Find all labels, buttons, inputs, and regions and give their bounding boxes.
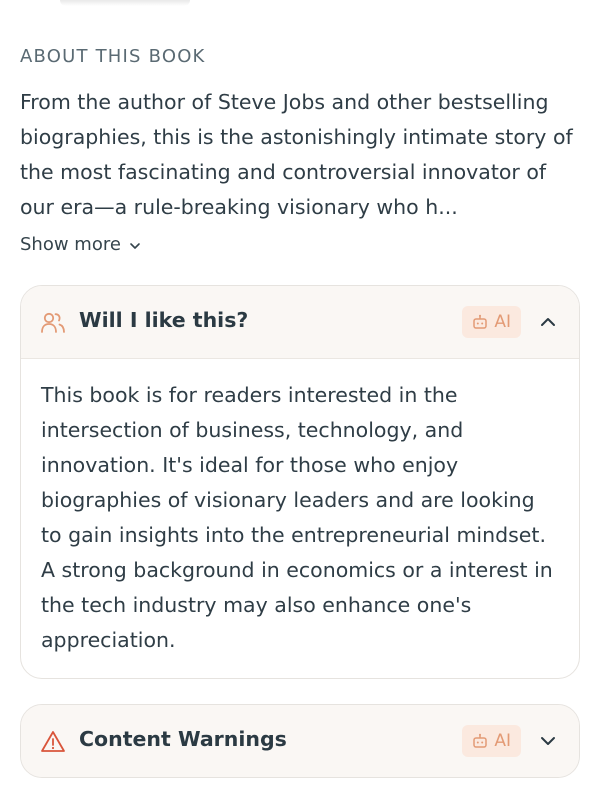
card-title: Content Warnings (79, 727, 287, 751)
will-i-like-this-header[interactable]: Will I like this? AI (21, 286, 579, 359)
book-details-page: ABOUT THIS BOOK From the author of Steve… (0, 0, 600, 800)
content-warnings-header[interactable]: Content Warnings AI (21, 705, 579, 777)
ai-badge: AI (462, 725, 521, 757)
users-icon (41, 312, 65, 333)
show-more-button[interactable]: Show more (20, 234, 141, 255)
robot-icon (473, 733, 488, 748)
card-title: Will I like this? (79, 308, 249, 332)
chevron-down-icon[interactable] (539, 732, 557, 750)
ai-label: AI (494, 731, 511, 751)
card-body-text: This book is for readers interested in t… (41, 383, 553, 652)
ai-badge: AI (462, 306, 521, 338)
top-divider (60, 0, 190, 6)
chevron-up-icon[interactable] (539, 313, 557, 331)
book-description: From the author of Steve Jobs and other … (20, 90, 573, 219)
show-more-label: Show more (20, 234, 121, 255)
ai-label: AI (494, 312, 511, 332)
will-i-like-this-card: Will I like this? AI This book is for re… (20, 285, 580, 679)
robot-icon (473, 314, 488, 329)
content-warnings-card: Content Warnings AI (20, 704, 580, 778)
about-heading: ABOUT THIS BOOK (20, 46, 206, 67)
chevron-down-icon (130, 242, 140, 249)
warning-triangle-icon (41, 731, 65, 752)
